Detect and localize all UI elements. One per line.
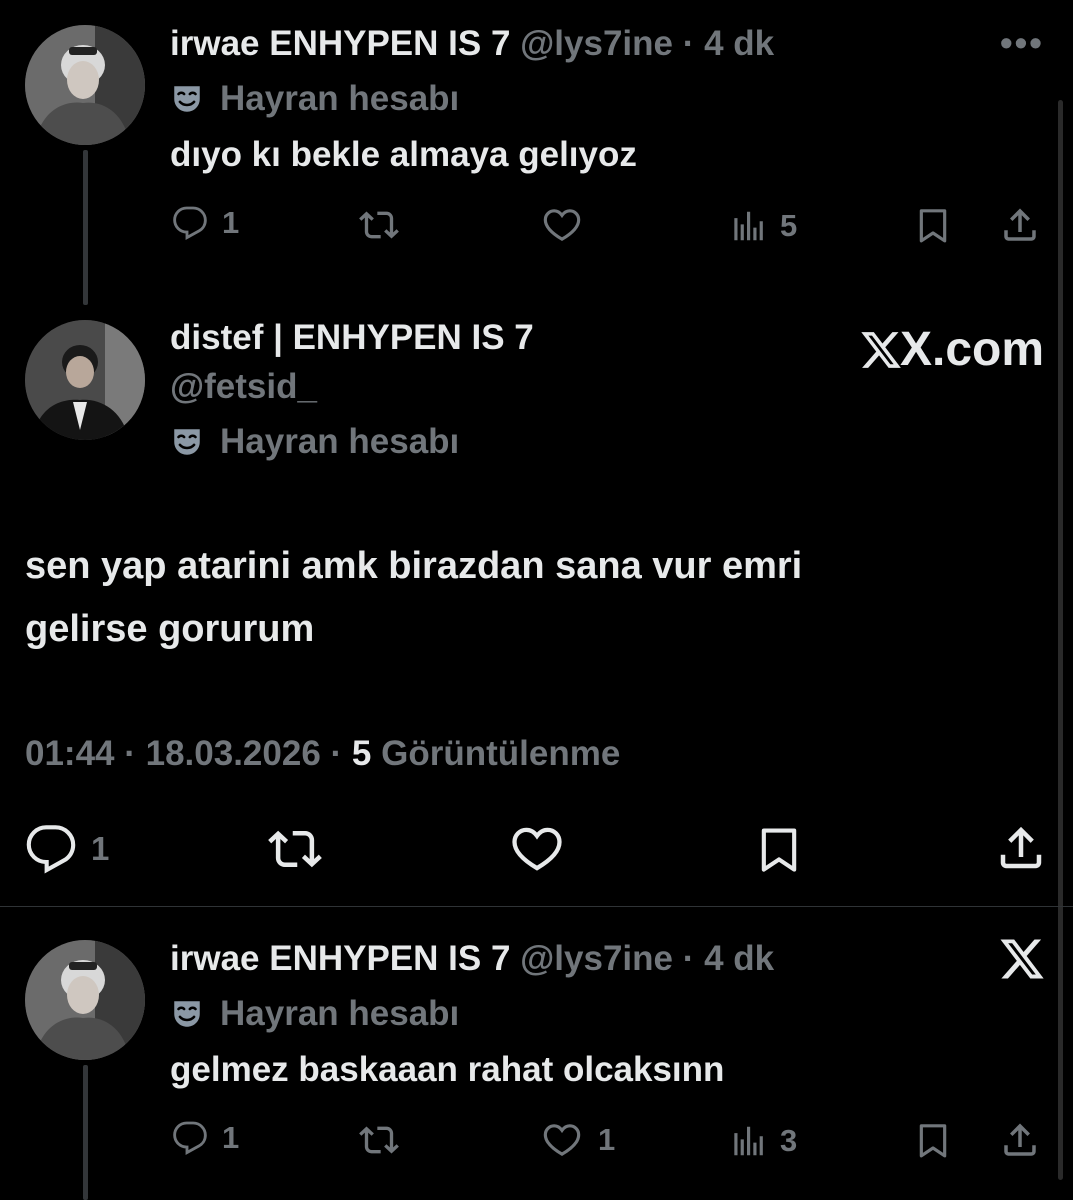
- bookmark-icon: [913, 204, 953, 246]
- x-logo-icon: [858, 328, 904, 372]
- avatar-photo: [25, 25, 145, 145]
- like-count: 1: [598, 1122, 616, 1157]
- retweet-button[interactable]: [357, 205, 401, 245]
- reply-icon: [172, 1120, 208, 1156]
- avatar[interactable]: [25, 940, 145, 1060]
- author-line: irwae ENHYPEN IS 7 @lys7ine · 4 dk: [170, 938, 774, 980]
- theater-mask-icon: [170, 425, 204, 459]
- avatar-photo: [25, 320, 145, 440]
- bookmark-button[interactable]: [913, 1119, 953, 1161]
- reply-count: 1: [91, 830, 110, 867]
- retweet-button[interactable]: [357, 1120, 401, 1160]
- thread-line: [83, 150, 88, 305]
- like-icon: [508, 822, 566, 876]
- like-button[interactable]: 1: [540, 1120, 615, 1160]
- bookmark-button[interactable]: [753, 821, 805, 877]
- timestamp[interactable]: 4 dk: [704, 24, 774, 63]
- reply-icon: [172, 205, 208, 241]
- share-icon: [999, 1119, 1041, 1161]
- share-icon: [999, 204, 1041, 246]
- reply-count: 1: [222, 1120, 240, 1155]
- more-icon[interactable]: •••: [1000, 22, 1044, 64]
- divider: [0, 906, 1073, 907]
- view-count: 5: [351, 734, 372, 773]
- share-button[interactable]: [999, 1119, 1041, 1161]
- watermark-text: X.com: [900, 323, 1045, 376]
- x-logo-icon: [998, 935, 1046, 988]
- retweet-button[interactable]: [266, 822, 324, 876]
- post-timestamp[interactable]: 01:44 · 18.03.2026 ·: [25, 734, 342, 773]
- fan-account-label: Hayran hesabı: [170, 78, 459, 120]
- author-name[interactable]: irwae ENHYPEN IS 7: [170, 24, 510, 63]
- tweet-text-line-2: gelirse gorurum: [25, 608, 315, 650]
- bookmark-icon: [913, 1119, 953, 1161]
- fan-label-text: Hayran hesabı: [220, 422, 460, 461]
- author-handle[interactable]: @lys7ine: [520, 939, 673, 978]
- views-count: 5: [780, 208, 798, 243]
- bookmark-button[interactable]: [913, 204, 953, 246]
- retweet-icon: [266, 822, 324, 876]
- x-com-watermark: X.com: [858, 322, 1044, 377]
- author-handle[interactable]: @fetsid_: [170, 366, 317, 408]
- like-button[interactable]: [508, 822, 566, 876]
- share-button[interactable]: [994, 820, 1048, 876]
- views-button[interactable]: 3: [728, 1122, 797, 1160]
- like-icon: [540, 1120, 584, 1160]
- fan-account-label: Hayran hesabı: [170, 421, 459, 463]
- separator-dot: ·: [682, 939, 695, 978]
- theater-mask-icon: [170, 997, 204, 1031]
- tweet-text: dıyo kı bekle almaya gelıyoz: [170, 135, 637, 174]
- author-name[interactable]: irwae ENHYPEN IS 7: [170, 939, 510, 978]
- fan-label-text: Hayran hesabı: [220, 79, 460, 118]
- share-icon: [994, 820, 1048, 876]
- avatar[interactable]: [25, 320, 145, 440]
- avatar[interactable]: [25, 25, 145, 145]
- thread-line: [83, 1065, 88, 1200]
- retweet-icon: [357, 1120, 401, 1160]
- tweet-text: gelmez baskaaan rahat olcaksınn: [170, 1050, 725, 1089]
- views-icon: [728, 207, 766, 245]
- scrollbar[interactable]: [1058, 100, 1063, 1180]
- views-count: 3: [780, 1123, 798, 1158]
- reply-icon: [25, 823, 77, 875]
- bookmark-icon: [753, 821, 805, 877]
- reply-button[interactable]: 1: [172, 1120, 239, 1156]
- like-icon: [540, 205, 584, 245]
- tweet-text-line-1: sen yap atarini amk birazdan sana vur em…: [25, 545, 803, 587]
- theater-mask-icon: [170, 82, 204, 116]
- avatar-photo: [25, 940, 145, 1060]
- fan-account-label: Hayran hesabı: [170, 993, 459, 1035]
- share-button[interactable]: [999, 204, 1041, 246]
- views-button[interactable]: 5: [728, 207, 797, 245]
- reply-button[interactable]: 1: [172, 205, 239, 241]
- tweet-meta: 01:44 · 18.03.2026 · 5 Görüntülenme: [25, 733, 620, 775]
- retweet-icon: [357, 205, 401, 245]
- author-name[interactable]: distef | ENHYPEN IS 7: [170, 317, 534, 359]
- timestamp[interactable]: 4 dk: [704, 939, 774, 978]
- reply-button[interactable]: 1: [25, 823, 109, 875]
- fan-label-text: Hayran hesabı: [220, 994, 460, 1033]
- author-handle[interactable]: @lys7ine: [520, 24, 673, 63]
- separator-dot: ·: [682, 24, 695, 63]
- author-line: irwae ENHYPEN IS 7 @lys7ine · 4 dk: [170, 23, 774, 65]
- reply-count: 1: [222, 205, 240, 240]
- view-label: Görüntülenme: [381, 734, 621, 773]
- views-icon: [728, 1122, 766, 1160]
- like-button[interactable]: [540, 205, 584, 245]
